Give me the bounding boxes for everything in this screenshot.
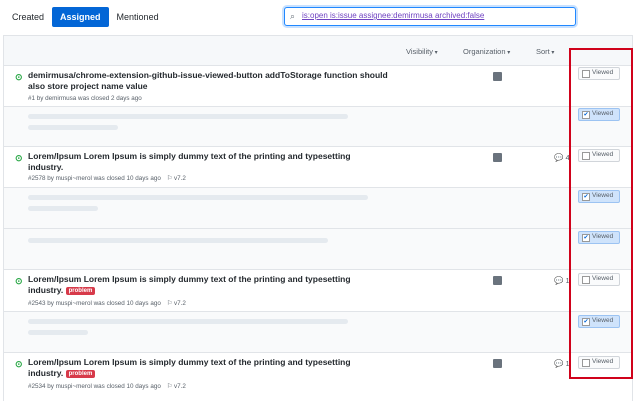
issue-list: Visibility Organization Sort ⊙ demirmusa… bbox=[3, 35, 633, 401]
milestone-icon: ⚐ bbox=[166, 300, 173, 307]
milestone-label[interactable]: v7.2 bbox=[174, 383, 186, 390]
issue-closed-icon: ⊙ bbox=[15, 276, 23, 286]
blurred-text bbox=[28, 114, 348, 119]
comment-count[interactable]: 💬 1 bbox=[554, 276, 570, 285]
comment-icon: 💬 bbox=[554, 359, 564, 368]
avatar[interactable] bbox=[493, 153, 502, 162]
problem-label[interactable]: problem bbox=[65, 370, 96, 378]
issue-meta: #2578 by muspi~merol was closed 10 days … bbox=[28, 175, 186, 182]
search-query: is:open is:issue assignee:demirmusa arch… bbox=[302, 11, 485, 20]
issue-closed-icon: ⊙ bbox=[15, 153, 23, 163]
organization-filter[interactable]: Organization bbox=[463, 47, 510, 56]
milestone-icon: ⚐ bbox=[166, 175, 173, 182]
issue-title[interactable]: Lorem/Ipsum Lorem Ipsum is simply dummy … bbox=[28, 151, 388, 173]
issue-title[interactable]: Lorem/Ipsum Lorem Ipsum is simply dummy … bbox=[28, 357, 388, 380]
problem-label[interactable]: problem bbox=[65, 287, 96, 295]
issue-meta: #2534 by muspi~merol was closed 10 days … bbox=[28, 383, 186, 390]
issue-title[interactable]: demirmusa/chrome-extension-github-issue-… bbox=[28, 70, 388, 92]
tab-assigned[interactable]: Assigned bbox=[52, 7, 109, 27]
blurred-text bbox=[28, 330, 88, 335]
blurred-text bbox=[28, 195, 368, 200]
issue-meta: #1 by demirmusa was closed 2 days ago bbox=[28, 95, 142, 102]
milestone-label[interactable]: v7.2 bbox=[174, 175, 186, 182]
list-header: Visibility Organization Sort bbox=[4, 36, 632, 66]
avatar[interactable] bbox=[493, 72, 502, 81]
list-item[interactable]: ⊙ demirmusa/chrome-extension-github-issu… bbox=[4, 66, 632, 107]
blurred-text bbox=[28, 319, 348, 324]
comment-count[interactable]: 💬 4 bbox=[554, 153, 570, 162]
tab-created[interactable]: Created bbox=[4, 7, 52, 27]
list-item[interactable] bbox=[4, 188, 632, 229]
milestone-label[interactable]: v7.2 bbox=[174, 300, 186, 307]
highlight-frame bbox=[569, 48, 633, 379]
list-item[interactable] bbox=[4, 312, 632, 353]
avatar[interactable] bbox=[493, 276, 502, 285]
tab-bar: Created Assigned Mentioned bbox=[4, 7, 167, 27]
comment-icon: 💬 bbox=[554, 276, 564, 285]
blurred-text bbox=[28, 206, 98, 211]
list-item[interactable]: ⊙ Lorem/Ipsum Lorem Ipsum is simply dumm… bbox=[4, 353, 632, 401]
avatar[interactable] bbox=[493, 359, 502, 368]
blurred-text bbox=[28, 238, 328, 243]
visibility-filter[interactable]: Visibility bbox=[406, 47, 438, 56]
list-item[interactable] bbox=[4, 107, 632, 147]
issue-meta-text: #2578 by muspi~merol was closed 10 days … bbox=[28, 175, 161, 182]
issue-closed-icon: ⊙ bbox=[15, 72, 23, 82]
milestone-icon: ⚐ bbox=[166, 383, 173, 390]
comment-count[interactable]: 💬 1 bbox=[554, 359, 570, 368]
issue-meta-text: #2543 by muspi~merol was closed 10 days … bbox=[28, 300, 161, 307]
issue-meta-text: #2534 by muspi~merol was closed 10 days … bbox=[28, 383, 161, 390]
issue-meta: #2543 by muspi~merol was closed 10 days … bbox=[28, 300, 186, 307]
search-input[interactable]: ⌕ is:open is:issue assignee:demirmusa ar… bbox=[284, 7, 576, 26]
list-item[interactable]: ⊙ Lorem/Ipsum Lorem Ipsum is simply dumm… bbox=[4, 147, 632, 188]
list-item[interactable]: ⊙ Lorem/Ipsum Lorem Ipsum is simply dumm… bbox=[4, 270, 632, 312]
issue-title[interactable]: Lorem/Ipsum Lorem Ipsum is simply dummy … bbox=[28, 274, 388, 297]
blurred-text bbox=[28, 125, 118, 130]
issue-closed-icon: ⊙ bbox=[15, 359, 23, 369]
comment-icon: 💬 bbox=[554, 153, 564, 162]
list-item[interactable] bbox=[4, 229, 632, 270]
sort-filter[interactable]: Sort bbox=[536, 47, 554, 56]
search-icon: ⌕ bbox=[290, 11, 296, 21]
tab-mentioned[interactable]: Mentioned bbox=[109, 7, 167, 27]
